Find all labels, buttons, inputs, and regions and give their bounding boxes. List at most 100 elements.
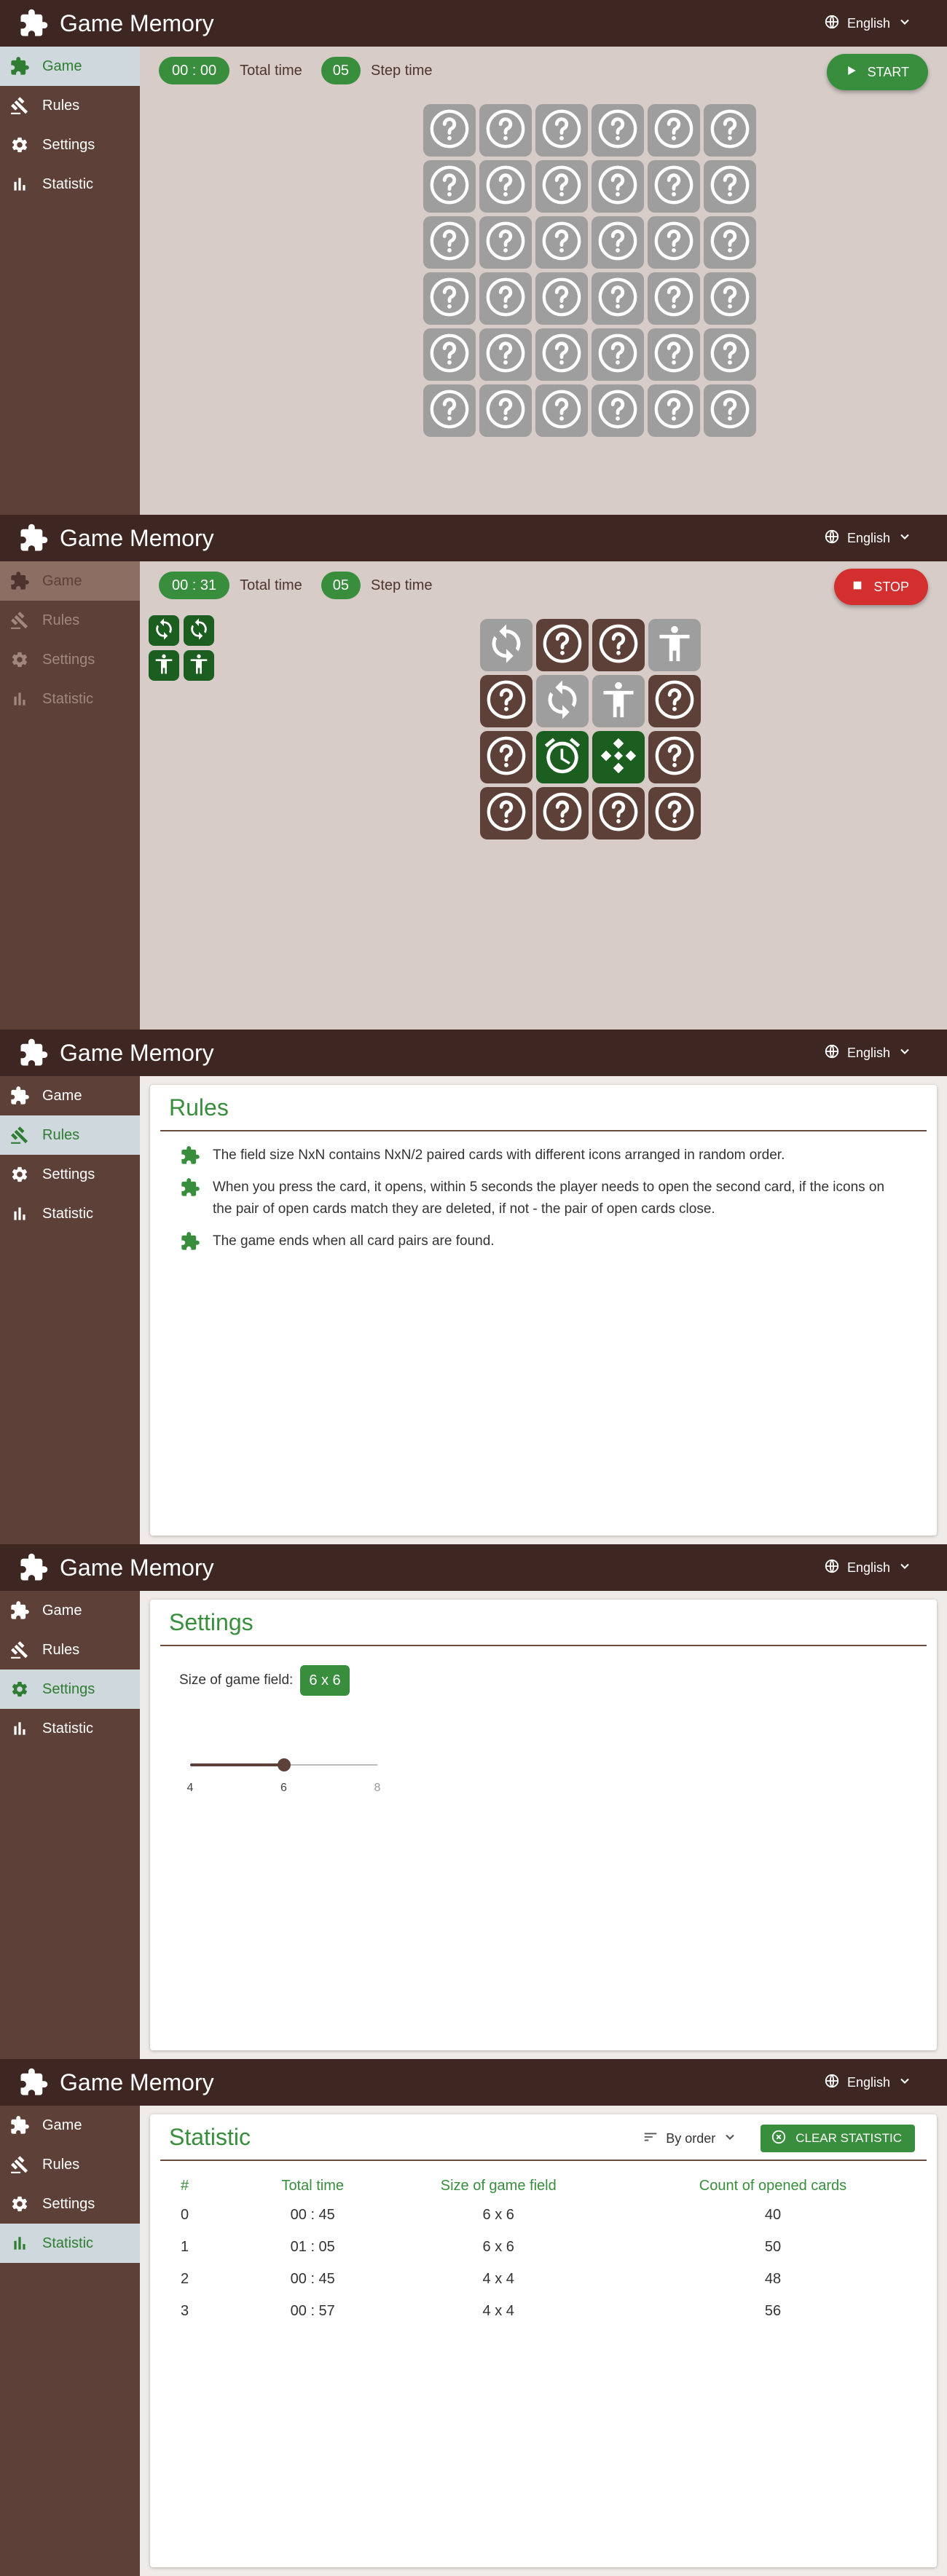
- sort-icon: [643, 2129, 659, 2149]
- language-select[interactable]: English: [824, 2059, 912, 2106]
- sidebar-item-rules[interactable]: Rules: [0, 1115, 140, 1155]
- question-icon: [428, 388, 471, 434]
- total-time-label: Total time: [240, 62, 302, 79]
- stop-button[interactable]: STOP: [834, 569, 928, 605]
- game-card[interactable]: [648, 104, 700, 157]
- game-card[interactable]: [648, 328, 700, 381]
- question-icon: [597, 108, 639, 154]
- sidebar-item-rules[interactable]: Rules: [0, 86, 140, 125]
- game-card[interactable]: [592, 160, 644, 213]
- sidebar-item-settings[interactable]: Settings: [0, 640, 140, 679]
- game-card[interactable]: [535, 104, 588, 157]
- game-card[interactable]: [704, 272, 756, 325]
- game-card[interactable]: [479, 384, 532, 437]
- stop-button-label: STOP: [873, 579, 909, 594]
- game-screen: Game Memory English Game Rules Settings Sta…: [0, 0, 947, 515]
- game-card[interactable]: [423, 160, 476, 213]
- game-card[interactable]: [592, 328, 644, 381]
- game-card[interactable]: [648, 384, 700, 437]
- game-card[interactable]: [479, 328, 532, 381]
- game-card[interactable]: [592, 216, 644, 269]
- chevron-down-icon: [897, 2074, 912, 2092]
- game-card[interactable]: [423, 328, 476, 381]
- game-card[interactable]: [479, 104, 532, 157]
- sidebar-item-settings[interactable]: Settings: [0, 1155, 140, 1194]
- game-card-closed[interactable]: [480, 675, 533, 727]
- sidebar-item-settings[interactable]: Settings: [0, 125, 140, 165]
- gavel-icon: [9, 1639, 31, 1661]
- sidebar-item-settings[interactable]: Settings: [0, 2184, 140, 2224]
- game-card[interactable]: [535, 216, 588, 269]
- game-card-closed[interactable]: [592, 787, 645, 839]
- game-card-closed[interactable]: [536, 619, 589, 671]
- game-card[interactable]: [704, 328, 756, 381]
- game-card[interactable]: [535, 272, 588, 325]
- game-card[interactable]: [423, 104, 476, 157]
- game-card[interactable]: [592, 104, 644, 157]
- sidebar-item-game[interactable]: Game: [0, 47, 140, 86]
- question-icon: [484, 332, 527, 378]
- game-card[interactable]: [479, 216, 532, 269]
- sidebar-item-statistic[interactable]: Statistic: [0, 1709, 140, 1748]
- rule-item: When you press the card, it opens, withi…: [179, 1177, 893, 1220]
- sidebar-item-game[interactable]: Game: [0, 2106, 140, 2145]
- game-card-closed[interactable]: [648, 731, 701, 783]
- game-card-closed[interactable]: [536, 787, 589, 839]
- game-card-closed[interactable]: [592, 619, 645, 671]
- question-icon: [541, 108, 583, 154]
- game-card-closed[interactable]: [480, 731, 533, 783]
- game-card[interactable]: [648, 272, 700, 325]
- sidebar-item-rules[interactable]: Rules: [0, 2145, 140, 2184]
- game-card[interactable]: [535, 160, 588, 213]
- game-card[interactable]: [704, 104, 756, 157]
- game-card[interactable]: [704, 384, 756, 437]
- field-size-slider[interactable]: 4 6 8: [187, 1753, 380, 1796]
- language-select[interactable]: English: [824, 1544, 912, 1591]
- sidebar-item-game[interactable]: Game: [0, 561, 140, 601]
- question-icon: [485, 735, 527, 781]
- sort-select[interactable]: By order: [643, 2129, 737, 2149]
- game-card[interactable]: [479, 160, 532, 213]
- sidebar-item-game[interactable]: Game: [0, 1076, 140, 1115]
- language-select[interactable]: English: [824, 515, 912, 561]
- game-card-closed[interactable]: [648, 787, 701, 839]
- sidebar-item-rules[interactable]: Rules: [0, 601, 140, 640]
- gear-icon: [9, 1678, 31, 1700]
- sidebar-item-statistic[interactable]: Statistic: [0, 165, 140, 204]
- game-card[interactable]: [592, 272, 644, 325]
- clear-statistic-button[interactable]: CLEAR STATISTIC: [761, 2125, 915, 2152]
- game-card[interactable]: [704, 216, 756, 269]
- question-icon: [541, 276, 583, 322]
- statistic-area: Statistic By order CLEAR STATISTIC # Tota…: [140, 2106, 947, 2576]
- game-card[interactable]: [704, 160, 756, 213]
- game-card-closed[interactable]: [648, 675, 701, 727]
- sidebar-item-rules[interactable]: Rules: [0, 1630, 140, 1670]
- language-select[interactable]: English: [824, 0, 912, 47]
- sidebar-item-label: Rules: [42, 97, 80, 114]
- game-card[interactable]: [648, 216, 700, 269]
- game-card-closed[interactable]: [480, 787, 533, 839]
- sidebar-item-statistic[interactable]: Statistic: [0, 1194, 140, 1233]
- sort-label: By order: [666, 2130, 716, 2146]
- sidebar-item-statistic[interactable]: Statistic: [0, 2224, 140, 2263]
- game-card[interactable]: [648, 160, 700, 213]
- sidebar-item-settings[interactable]: Settings: [0, 1670, 140, 1709]
- sidebar-item-game[interactable]: Game: [0, 1591, 140, 1630]
- game-card[interactable]: [535, 328, 588, 381]
- game-card[interactable]: [592, 384, 644, 437]
- settings-header: Settings: [160, 1600, 927, 1646]
- table-cell: 3: [181, 2302, 189, 2319]
- rule-item: The game ends when all card pairs are fo…: [179, 1230, 893, 1252]
- game-card[interactable]: [423, 384, 476, 437]
- rule-text: When you press the card, it opens, withi…: [213, 1180, 885, 1217]
- sidebar-item-statistic[interactable]: Statistic: [0, 679, 140, 719]
- game-card[interactable]: [479, 272, 532, 325]
- slider-tick-label: 8: [374, 1782, 381, 1794]
- game-card[interactable]: [423, 272, 476, 325]
- game-card[interactable]: [423, 216, 476, 269]
- slider-thumb[interactable]: [277, 1758, 291, 1771]
- question-icon: [709, 276, 751, 322]
- game-card[interactable]: [535, 384, 588, 437]
- language-select[interactable]: English: [824, 1030, 912, 1076]
- start-button[interactable]: START: [826, 54, 928, 90]
